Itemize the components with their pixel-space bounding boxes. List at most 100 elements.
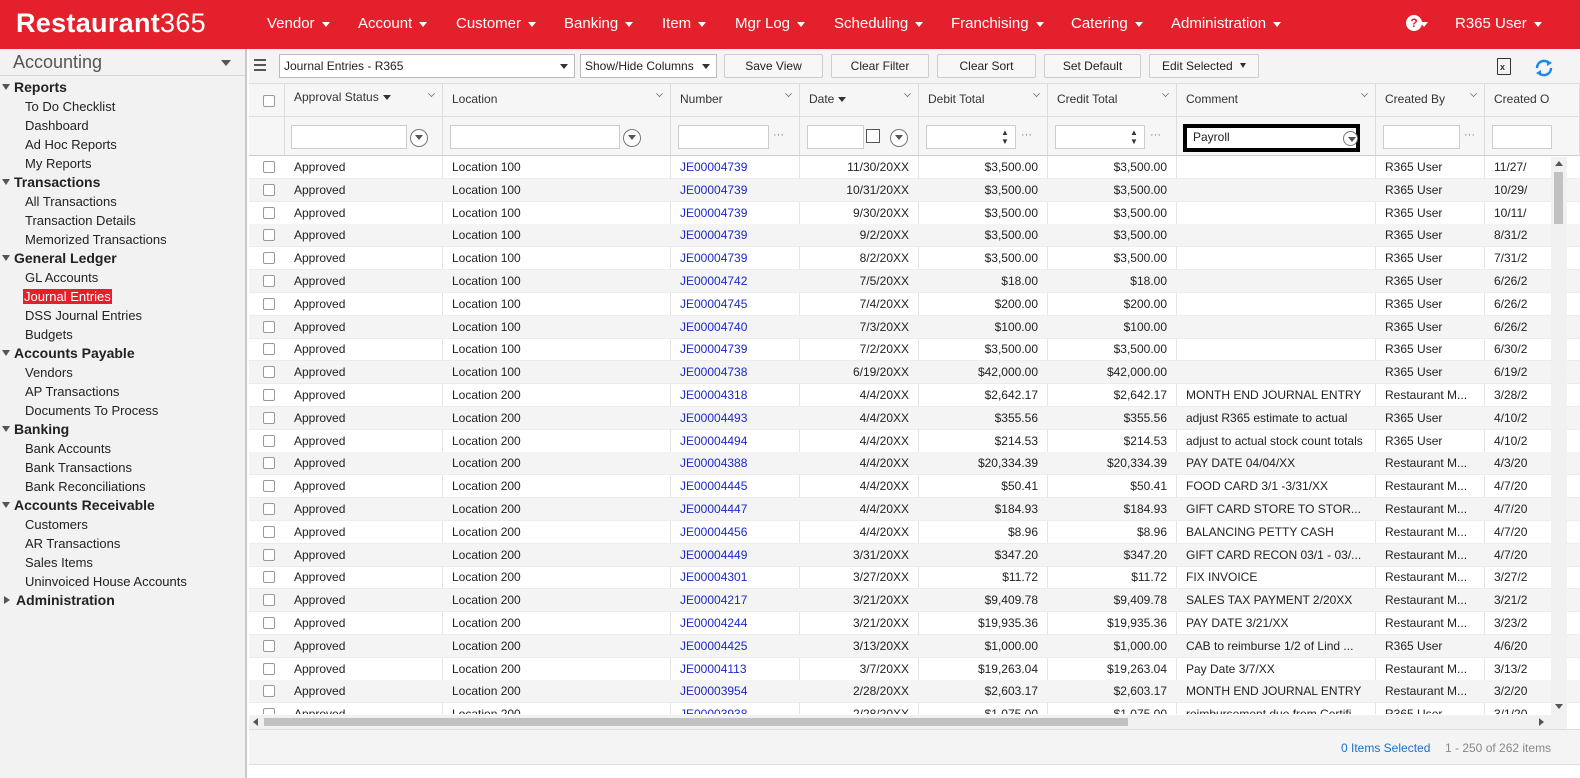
comment-filter-input[interactable]: Payroll — [1183, 124, 1360, 152]
view-select[interactable]: Journal Entries - R365 — [279, 54, 575, 78]
table-row[interactable]: Approved Location 200 JE00004493 4/4/20XX $3… — [249, 406, 1580, 430]
more-options-icon[interactable]: ··· — [1021, 129, 1032, 141]
column-menu-chevron-icon[interactable] — [904, 90, 911, 97]
nav-mgr-log[interactable]: Mgr Log — [735, 15, 806, 32]
scroll-left-arrow-icon[interactable] — [253, 718, 258, 726]
clear-sort-button[interactable]: Clear Sort — [937, 54, 1036, 78]
sidebar-section-accounts-payable[interactable]: Accounts Payable — [2, 345, 135, 361]
nav-catering[interactable]: Catering — [1071, 15, 1143, 32]
cell-number[interactable]: JE00004113 — [680, 662, 795, 676]
sidebar-item-bank-transactions[interactable]: Bank Transactions — [25, 460, 132, 475]
save-view-button[interactable]: Save View — [724, 54, 823, 78]
table-row[interactable]: Approved Location 200 JE00004449 3/31/20XX $… — [249, 543, 1580, 567]
sidebar-item-gl-accounts[interactable]: GL Accounts — [25, 270, 98, 285]
location-filter-input[interactable] — [450, 125, 620, 149]
row-checkbox[interactable] — [263, 525, 275, 538]
approval-status-filter-input[interactable] — [291, 125, 407, 149]
table-row[interactable]: Approved Location 200 JE00004113 3/7/20XX $1… — [249, 658, 1580, 681]
select-all-checkbox[interactable] — [263, 95, 275, 107]
scroll-right-arrow-icon[interactable] — [1539, 718, 1544, 726]
column-menu-chevron-icon[interactable] — [1361, 90, 1368, 97]
sidebar-item-to-do-checklist[interactable]: To Do Checklist — [25, 99, 115, 114]
sidebar-item-ad-hoc-reports[interactable]: Ad Hoc Reports — [25, 137, 117, 152]
column-header-comment[interactable]: Comment — [1177, 84, 1376, 117]
column-header-credit-total[interactable]: Credit Total — [1048, 84, 1177, 117]
cell-number[interactable]: JE00004742 — [680, 274, 795, 288]
cell-number[interactable]: JE00004739 — [680, 228, 795, 242]
user-menu[interactable]: R365 User — [1455, 15, 1542, 32]
table-row[interactable]: Approved Location 200 JE00004456 4/4/20XX $8… — [249, 521, 1580, 544]
table-row[interactable]: Approved Location 200 JE00003954 2/28/20XX $… — [249, 680, 1580, 704]
scroll-down-arrow-icon[interactable] — [1555, 704, 1563, 709]
column-header-location[interactable]: Location — [443, 84, 671, 117]
table-row[interactable]: Approved Location 200 JE00004388 4/4/20XX $2… — [249, 452, 1580, 476]
cell-number[interactable]: JE00004739 — [680, 183, 795, 197]
nav-vendor[interactable]: Vendor — [267, 15, 330, 32]
help-chevron-down-icon[interactable] — [1420, 22, 1428, 27]
number-filter-input[interactable] — [678, 125, 769, 149]
cell-number[interactable]: JE00004739 — [680, 206, 795, 220]
table-row[interactable]: Approved Location 100 JE00004739 8/2/20XX $3… — [249, 247, 1580, 271]
scroll-up-arrow-icon[interactable] — [1555, 161, 1563, 166]
show-hide-columns-select[interactable]: Show/Hide Columns — [580, 54, 717, 78]
table-row[interactable]: Approved Location 100 JE00004740 7/3/20XX $1… — [249, 315, 1580, 339]
nav-account[interactable]: Account — [358, 15, 428, 32]
row-checkbox[interactable] — [263, 343, 275, 356]
table-row[interactable]: Approved Location 100 JE00004739 7/2/20XX $3… — [249, 338, 1580, 362]
sidebar-item-sales-items[interactable]: Sales Items — [25, 555, 93, 570]
cell-number[interactable]: JE00003938 — [680, 707, 795, 714]
clear-filter-button[interactable]: Clear Filter — [831, 54, 929, 78]
row-checkbox[interactable] — [263, 480, 275, 493]
row-checkbox[interactable] — [263, 275, 275, 287]
more-options-icon[interactable]: ··· — [773, 129, 784, 141]
hamburger-menu-icon[interactable] — [254, 59, 266, 71]
row-checkbox[interactable] — [263, 571, 275, 584]
nav-franchising[interactable]: Franchising — [951, 15, 1044, 32]
row-checkbox[interactable] — [263, 161, 275, 173]
cell-number[interactable]: JE00004445 — [680, 479, 795, 493]
cell-number[interactable]: JE00004388 — [680, 456, 795, 470]
cell-number[interactable]: JE00004494 — [680, 434, 795, 448]
numeric-spinner-icon[interactable]: ▲ ▼ — [998, 128, 1012, 148]
nav-item[interactable]: Item — [662, 15, 707, 32]
sidebar-item-my-reports[interactable]: My Reports — [25, 156, 91, 171]
table-row[interactable]: Approved Location 200 JE00003938 2/28/20XX $… — [249, 703, 1580, 714]
column-header-debit-total[interactable]: Debit Total — [919, 84, 1048, 117]
nav-banking[interactable]: Banking — [564, 15, 634, 32]
sidebar-item-all-transactions[interactable]: All Transactions — [25, 194, 117, 209]
cell-number[interactable]: JE00004318 — [680, 388, 795, 402]
row-checkbox[interactable] — [263, 594, 275, 607]
row-checkbox[interactable] — [263, 457, 275, 470]
table-row[interactable]: Approved Location 100 JE00004739 11/30/20XX… — [249, 156, 1580, 179]
table-row[interactable]: Approved Location 200 JE00004318 4/4/20XX $2… — [249, 384, 1580, 407]
cell-number[interactable]: JE00004745 — [680, 297, 795, 311]
column-header-number[interactable]: Number — [671, 84, 800, 117]
filter-icon[interactable] — [890, 129, 908, 147]
row-checkbox[interactable] — [263, 411, 275, 424]
column-header-date[interactable]: Date — [800, 84, 919, 117]
sidebar-item-memorized-transactions[interactable]: Memorized Transactions — [25, 232, 167, 247]
sidebar-item-vendors[interactable]: Vendors — [25, 365, 73, 380]
cell-number[interactable]: JE00004739 — [680, 160, 795, 174]
created-by-filter-input[interactable] — [1383, 125, 1460, 149]
filter-icon[interactable] — [623, 129, 641, 147]
column-header-created-on[interactable]: Created O — [1485, 84, 1580, 117]
table-row[interactable]: Approved Location 200 JE00004301 3/27/20XX $… — [249, 566, 1580, 590]
sidebar-section-banking[interactable]: Banking — [2, 421, 69, 437]
cell-number[interactable]: JE00004449 — [680, 548, 795, 562]
sidebar-section-reports[interactable]: Reports — [2, 79, 67, 95]
sidebar-section-general-ledger[interactable]: General Ledger — [2, 250, 117, 266]
cell-number[interactable]: JE00004739 — [680, 251, 795, 265]
cell-number[interactable]: JE00004493 — [680, 411, 795, 425]
vertical-scroll-thumb[interactable] — [1554, 172, 1563, 224]
vertical-scrollbar[interactable] — [1551, 157, 1567, 715]
sidebar-item-ar-transactions[interactable]: AR Transactions — [25, 536, 120, 551]
calendar-icon[interactable] — [866, 129, 880, 143]
table-row[interactable]: Approved Location 100 JE00004739 9/30/20XX $… — [249, 202, 1580, 225]
cell-number[interactable]: JE00003954 — [680, 684, 795, 698]
sidebar-item-uninvoiced-house-accounts[interactable]: Uninvoiced House Accounts — [25, 574, 187, 589]
sidebar-item-budgets[interactable]: Budgets — [25, 327, 73, 342]
sidebar-item-bank-reconciliations[interactable]: Bank Reconciliations — [25, 479, 146, 494]
edit-selected-button[interactable]: Edit Selected — [1149, 54, 1259, 78]
sort-desc-icon[interactable] — [838, 97, 847, 103]
